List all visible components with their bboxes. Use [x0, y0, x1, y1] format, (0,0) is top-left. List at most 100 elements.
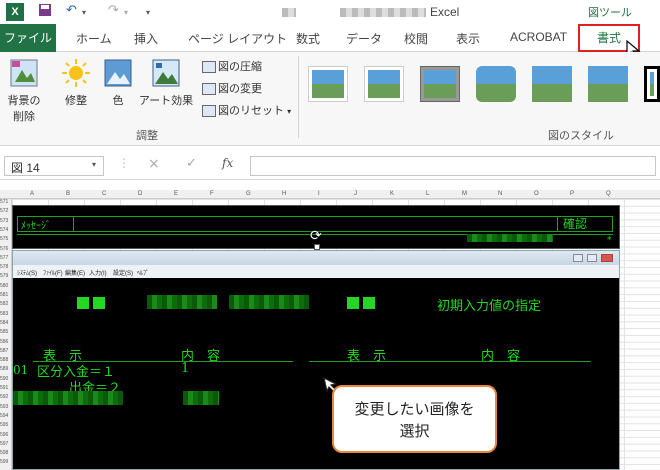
reset-picture-button[interactable]: 図のリセット ▾: [202, 102, 291, 118]
picture-style-2[interactable]: [364, 66, 404, 102]
rotate-handle-icon[interactable]: ⟳: [310, 228, 322, 244]
row-header[interactable]: 583: [0, 311, 8, 317]
column-header[interactable]: D: [138, 191, 142, 197]
artistic-effects-label: アート効果: [138, 95, 194, 107]
name-box-dropdown-icon[interactable]: ▾: [92, 160, 96, 169]
color-button[interactable]: 色: [100, 58, 136, 108]
column-header[interactable]: P: [570, 191, 574, 197]
enter-icon[interactable]: ✓: [186, 156, 197, 171]
insert-function-icon[interactable]: fx: [222, 156, 233, 170]
title-bar: X ↶ ▾ ↷ ▾ ▾ Excel 図ツール: [0, 0, 660, 24]
column-header[interactable]: O: [534, 191, 539, 197]
column-header[interactable]: L: [426, 191, 429, 197]
sun-icon: [61, 58, 91, 88]
row-header[interactable]: 590: [0, 376, 8, 382]
tab-insert[interactable]: 挿入: [134, 30, 158, 47]
reset-dropdown-icon[interactable]: ▾: [287, 107, 291, 116]
row-header[interactable]: 573: [0, 218, 8, 224]
save-icon[interactable]: [38, 3, 52, 21]
row-header[interactable]: 587: [0, 348, 8, 354]
column-header[interactable]: E: [174, 191, 178, 197]
tab-page-layout[interactable]: ページ レイアウト: [188, 30, 287, 47]
screenshot-image-selected[interactable]: ｼｽﾃﾑ(S) ﾌｧｲﾙ(F) 編集(E) 入力(I) 設定(S) ﾍﾙﾌﾟ 初…: [12, 250, 620, 470]
terminal-menu-item: 編集(E): [65, 271, 85, 277]
terminal-menu-item: 入力(I): [89, 271, 107, 277]
tab-data[interactable]: データ: [346, 30, 382, 47]
row-header[interactable]: 572: [0, 208, 8, 214]
column-header[interactable]: N: [498, 191, 502, 197]
row-header[interactable]: 588: [0, 357, 8, 363]
picture-style-6[interactable]: [588, 66, 628, 102]
row-header[interactable]: 582: [0, 301, 8, 307]
tab-acrobat[interactable]: ACROBAT: [510, 30, 567, 44]
message-label: ﾒｯｾｰｼﾞ: [21, 221, 51, 232]
row-header[interactable]: 571: [0, 199, 8, 205]
row-header[interactable]: 586: [0, 339, 8, 345]
redo-dropdown-icon[interactable]: ▾: [124, 8, 128, 17]
corrections-button[interactable]: 修整: [56, 58, 96, 108]
maximize-icon: [587, 254, 597, 262]
column-header[interactable]: M: [462, 191, 467, 197]
row-header[interactable]: 594: [0, 413, 8, 419]
row-header[interactable]: 593: [0, 404, 8, 410]
column-header[interactable]: F: [210, 191, 214, 197]
row-header[interactable]: 595: [0, 422, 8, 428]
picture-style-5[interactable]: [532, 66, 572, 102]
column-header[interactable]: J: [354, 191, 357, 197]
reset-picture-label: 図のリセット: [218, 105, 284, 117]
row-header[interactable]: 585: [0, 329, 8, 335]
compress-pictures-button[interactable]: 図の圧縮: [202, 58, 262, 74]
column-header[interactable]: Q: [606, 191, 611, 197]
row-header[interactable]: 578: [0, 264, 8, 270]
change-picture-button[interactable]: 図の変更: [202, 80, 262, 96]
group-picture-styles-label: 図のスタイル: [548, 130, 614, 142]
green-block: [347, 297, 359, 309]
row-header[interactable]: 592: [0, 394, 8, 400]
undo-dropdown-icon[interactable]: ▾: [82, 8, 86, 17]
remove-background-button[interactable]: 背景の 削除: [4, 58, 44, 124]
customize-qat-icon[interactable]: ▾: [146, 8, 150, 17]
column-header[interactable]: B: [66, 191, 70, 197]
row-header[interactable]: 599: [0, 459, 8, 465]
picture-style-7[interactable]: [644, 66, 660, 102]
row-header[interactable]: 598: [0, 450, 8, 456]
row-header[interactable]: 580: [0, 283, 8, 289]
row-header[interactable]: 574: [0, 227, 8, 233]
picture-style-4[interactable]: [476, 66, 516, 102]
column-header[interactable]: H: [282, 191, 286, 197]
window-title: Excel: [430, 5, 460, 19]
name-box[interactable]: 図 14: [4, 156, 104, 176]
row-headers: 571 572 573 574 575 576 577 578 579 580 581 582 583 5…: [0, 199, 12, 470]
row-header[interactable]: 591: [0, 385, 8, 391]
column-header[interactable]: K: [390, 191, 394, 197]
artistic-effects-button[interactable]: アート効果: [138, 58, 194, 108]
row-header[interactable]: 589: [0, 366, 8, 372]
redo-icon[interactable]: ↷: [108, 3, 119, 18]
picture-style-1[interactable]: [308, 66, 348, 102]
column-header[interactable]: C: [102, 191, 106, 197]
column-header[interactable]: A: [30, 191, 34, 197]
terminal-menu-item: ﾍﾙﾌﾟ: [137, 271, 150, 277]
column-header[interactable]: G: [246, 191, 251, 197]
row-header[interactable]: 577: [0, 255, 8, 261]
tab-formulas[interactable]: 数式: [296, 30, 320, 47]
tab-review[interactable]: 校閲: [404, 30, 428, 47]
formula-input[interactable]: [250, 156, 656, 176]
tab-view[interactable]: 表示: [456, 30, 480, 47]
row-header[interactable]: 596: [0, 432, 8, 438]
undo-icon[interactable]: ↶: [66, 3, 77, 18]
color-picture-icon: [103, 58, 133, 88]
minimize-icon: [573, 254, 583, 262]
row-header[interactable]: 584: [0, 320, 8, 326]
row-header[interactable]: 581: [0, 292, 8, 298]
row-header[interactable]: 576: [0, 246, 8, 252]
callout-line-2: 選択: [399, 422, 430, 440]
tab-home[interactable]: ホーム: [76, 30, 112, 47]
row-header[interactable]: 597: [0, 441, 8, 447]
column-header[interactable]: I: [318, 191, 320, 197]
tab-file[interactable]: ファイル: [0, 24, 56, 52]
row-header[interactable]: 575: [0, 236, 8, 242]
cancel-icon[interactable]: ×: [148, 156, 160, 172]
picture-style-3[interactable]: [420, 66, 460, 102]
row-header[interactable]: 579: [0, 273, 8, 279]
